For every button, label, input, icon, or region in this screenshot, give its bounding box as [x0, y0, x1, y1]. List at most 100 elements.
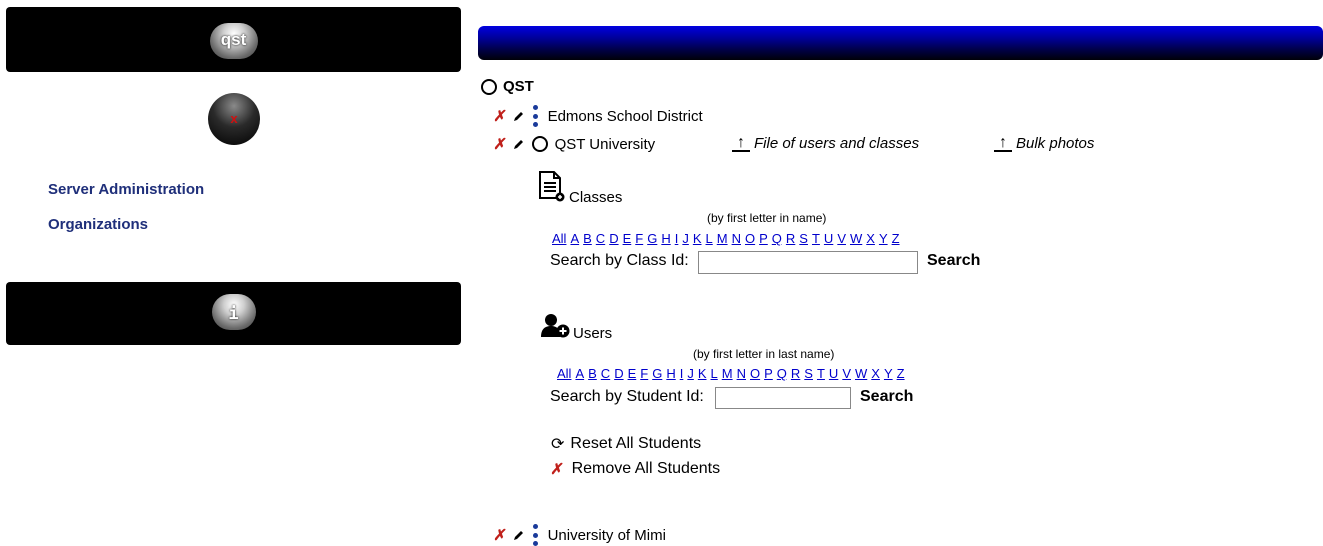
pencil-icon[interactable] [513, 530, 524, 541]
user-letter-link-u[interactable]: U [829, 366, 838, 381]
classes-document-icon [539, 171, 565, 202]
class-letter-link-all[interactable]: All [552, 231, 566, 246]
upload-users-link[interactable]: ↑ File of users and classes [732, 134, 919, 152]
class-letter-link-d[interactable]: D [609, 231, 618, 246]
class-letter-link-k[interactable]: K [693, 231, 702, 246]
upload-icon: ↑ [732, 134, 750, 152]
class-search-label: Search by Class Id: [550, 252, 689, 269]
users-note: (by first letter in last name) [693, 347, 835, 361]
user-letter-link-n[interactable]: N [737, 366, 746, 381]
class-letter-link-r[interactable]: R [786, 231, 795, 246]
user-letter-link-b[interactable]: B [588, 366, 597, 381]
class-letter-link-s[interactable]: S [799, 231, 808, 246]
class-letter-link-j[interactable]: J [682, 231, 689, 246]
user-letter-link-f[interactable]: F [640, 366, 648, 381]
class-letter-link-b[interactable]: B [583, 231, 592, 246]
tree-item-org2: ✗ QST University [493, 135, 656, 154]
user-letter-link-y[interactable]: Y [884, 366, 893, 381]
user-letter-link-s[interactable]: S [804, 366, 813, 381]
organizations-link[interactable]: Organizations [48, 216, 148, 233]
class-letter-link-p[interactable]: P [759, 231, 768, 246]
reset-all-students-button[interactable]: ⟳ Reset All Students [551, 434, 701, 454]
class-letter-link-y[interactable]: Y [879, 231, 888, 246]
class-letter-link-u[interactable]: U [824, 231, 833, 246]
user-letter-link-g[interactable]: G [652, 366, 662, 381]
class-letter-link-w[interactable]: W [850, 231, 862, 246]
user-letter-link-t[interactable]: T [817, 366, 825, 381]
user-letter-link-v[interactable]: V [842, 366, 851, 381]
class-letter-link-n[interactable]: N [732, 231, 741, 246]
user-letter-link-l[interactable]: L [711, 366, 718, 381]
delete-icon[interactable]: ✗ [493, 135, 508, 153]
tree-item-org1: ✗ Edmons School District [493, 105, 703, 127]
class-letter-link-a[interactable]: A [570, 231, 579, 246]
delete-icon[interactable]: ✗ [493, 107, 508, 125]
org-name[interactable]: QST University [555, 136, 656, 153]
close-icon[interactable]: x [208, 93, 260, 145]
user-letter-link-p[interactable]: P [764, 366, 773, 381]
upload-icon: ↑ [994, 134, 1012, 152]
class-letter-link-g[interactable]: G [647, 231, 657, 246]
class-letter-link-i[interactable]: I [675, 231, 679, 246]
circle-icon[interactable] [531, 136, 548, 152]
user-letter-link-j[interactable]: J [687, 366, 694, 381]
delete-icon[interactable]: ✗ [493, 526, 508, 544]
class-letter-link-z[interactable]: Z [892, 231, 900, 246]
tree-root[interactable]: QST [481, 78, 534, 95]
delete-icon: ✗ [549, 461, 565, 478]
pencil-icon[interactable] [513, 111, 524, 122]
user-letter-link-d[interactable]: D [614, 366, 623, 381]
class-letter-link-q[interactable]: Q [772, 231, 782, 246]
header-bar [478, 26, 1323, 60]
circle-icon[interactable] [481, 78, 497, 95]
user-letter-link-i[interactable]: I [680, 366, 684, 381]
class-letter-link-m[interactable]: M [717, 231, 728, 246]
user-letter-link-z[interactable]: Z [897, 366, 905, 381]
class-letter-link-v[interactable]: V [837, 231, 846, 246]
class-search-button[interactable]: Search [927, 252, 980, 270]
class-letter-link-e[interactable]: E [623, 231, 632, 246]
user-letter-link-m[interactable]: M [722, 366, 733, 381]
class-letter-link-c[interactable]: C [596, 231, 605, 246]
more-icon[interactable] [532, 524, 538, 546]
pencil-icon[interactable] [513, 139, 524, 150]
info-icon[interactable]: i [211, 294, 256, 330]
sidebar-info-panel: i [6, 282, 461, 345]
user-letter-link-r[interactable]: R [791, 366, 800, 381]
sidebar-header-panel: qst [6, 7, 461, 72]
org-name[interactable]: University of Mimi [548, 527, 666, 544]
student-search-label: Search by Student Id: [550, 388, 704, 405]
user-letter-link-x[interactable]: X [871, 366, 880, 381]
user-letter-link-o[interactable]: O [750, 366, 760, 381]
class-letter-link-h[interactable]: H [661, 231, 670, 246]
classes-note: (by first letter in name) [707, 211, 827, 225]
server-administration-link[interactable]: Server Administration [48, 181, 204, 198]
user-letter-link-h[interactable]: H [666, 366, 675, 381]
classes-title: Classes [569, 189, 623, 206]
upload-photos-link[interactable]: ↑ Bulk photos [994, 134, 1094, 152]
class-id-search-input[interactable] [698, 251, 918, 274]
tree-item-org3: ✗ University of Mimi [493, 524, 666, 546]
user-letter-link-all[interactable]: All [557, 366, 571, 381]
remove-all-students-button[interactable]: ✗ Remove All Students [549, 460, 720, 478]
users-letter-index: All A B C D E F G H I J K L M N O P Q R S T U V W X Y Z [557, 366, 905, 381]
student-search-button[interactable]: Search [860, 388, 913, 406]
user-letter-link-a[interactable]: A [575, 366, 584, 381]
refresh-icon: ⟳ [551, 436, 565, 453]
class-letter-link-o[interactable]: O [745, 231, 755, 246]
class-letter-link-x[interactable]: X [866, 231, 875, 246]
more-icon[interactable] [532, 105, 538, 127]
user-letter-link-q[interactable]: Q [777, 366, 787, 381]
user-letter-link-k[interactable]: K [698, 366, 707, 381]
user-letter-link-e[interactable]: E [628, 366, 637, 381]
qst-badge[interactable]: qst [209, 23, 258, 59]
user-letter-link-w[interactable]: W [855, 366, 867, 381]
class-letter-link-f[interactable]: F [635, 231, 643, 246]
class-letter-link-t[interactable]: T [812, 231, 820, 246]
student-id-search-input[interactable] [715, 387, 851, 409]
add-user-icon [541, 314, 570, 338]
user-letter-link-c[interactable]: C [601, 366, 610, 381]
classes-letter-index: All A B C D E F G H I J K L M N O P Q R S T U V W X Y Z [552, 231, 900, 246]
class-letter-link-l[interactable]: L [706, 231, 713, 246]
org-name[interactable]: Edmons School District [548, 108, 703, 125]
